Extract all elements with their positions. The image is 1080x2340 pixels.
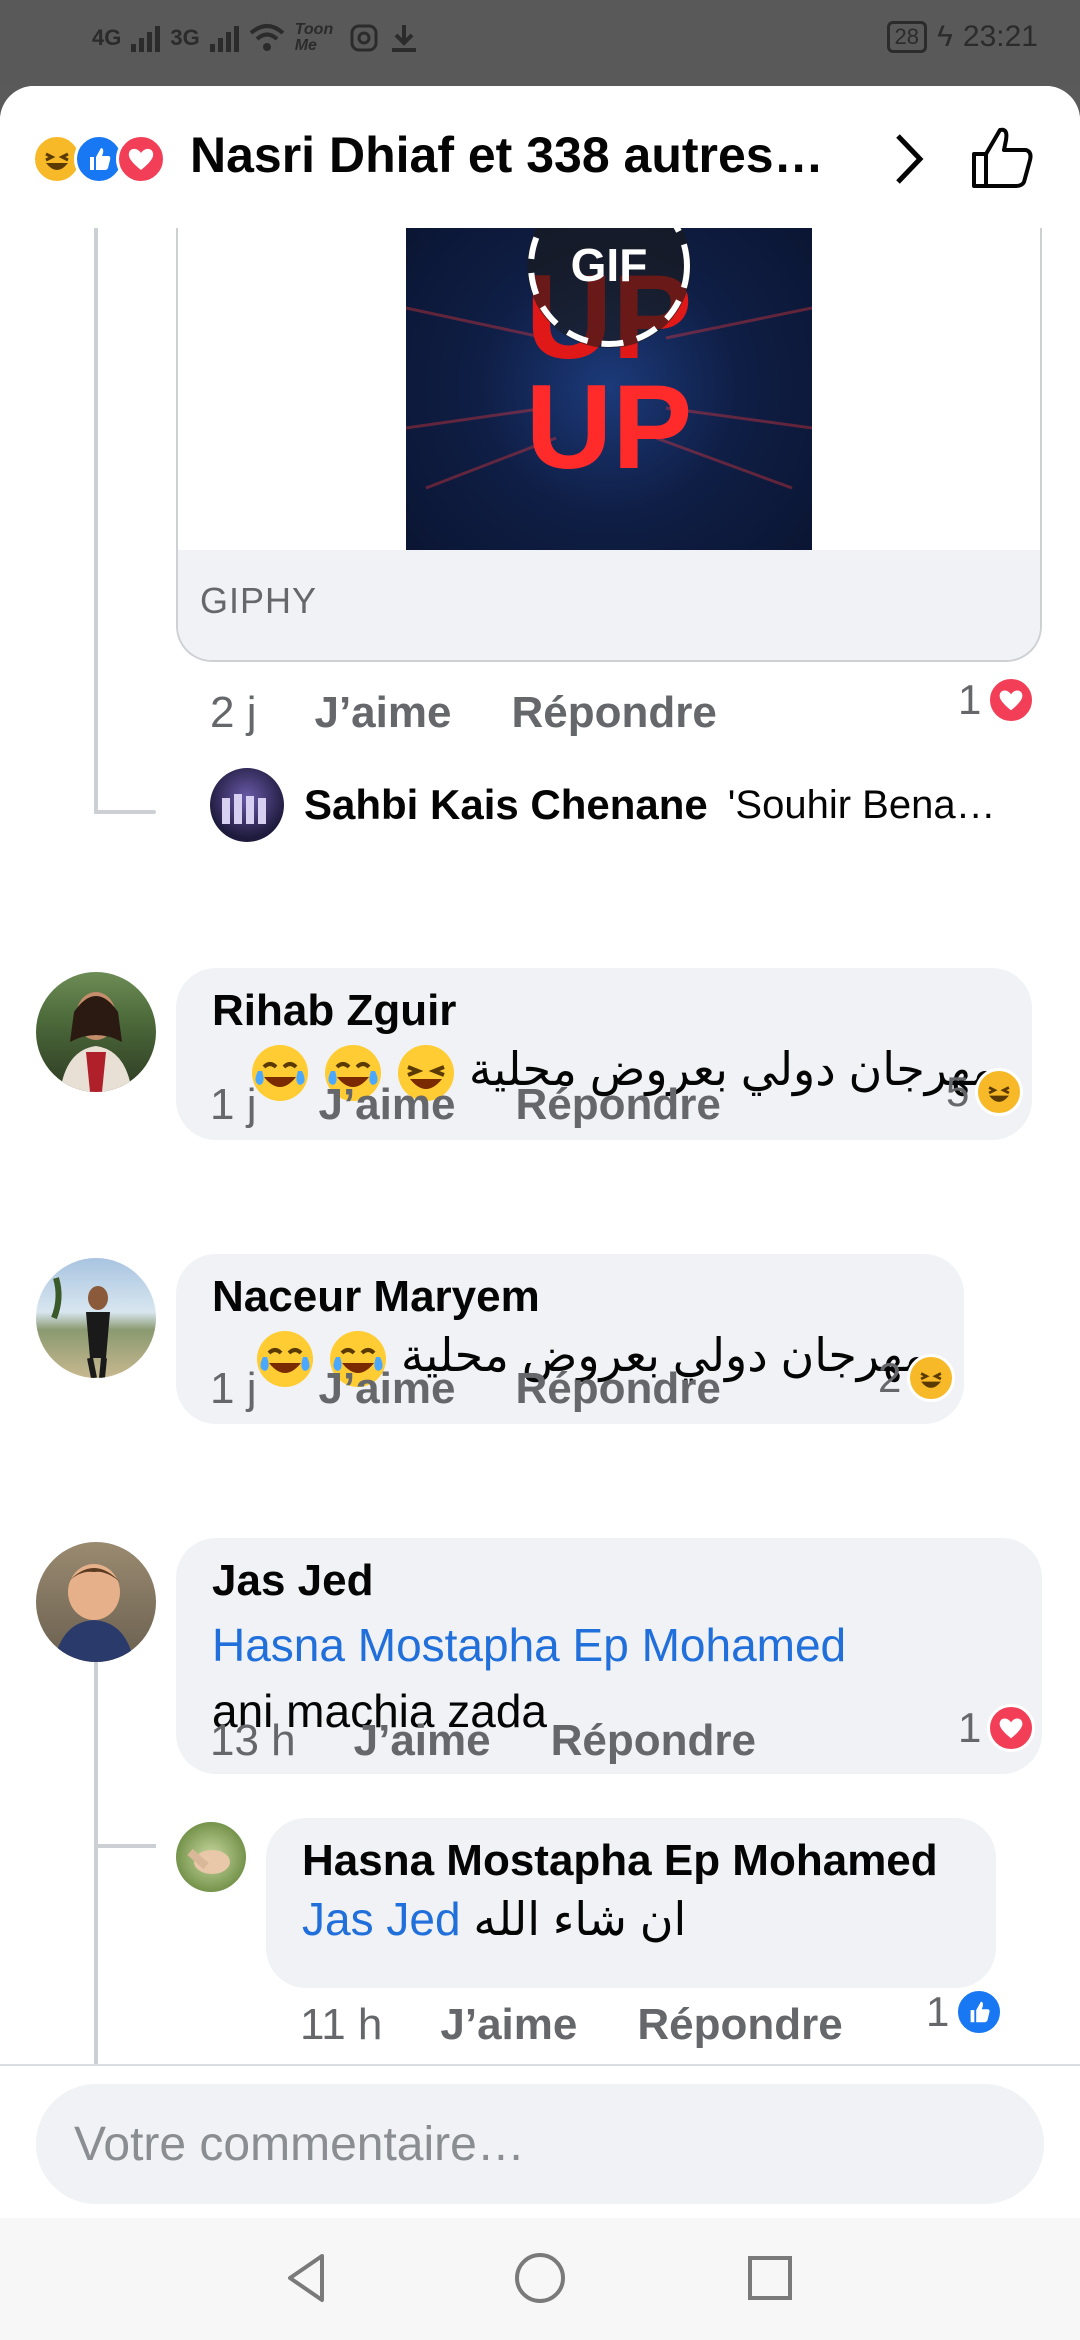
comment-actions: 13 h J’aime Répondre: [210, 1716, 756, 1766]
instagram-icon: [350, 24, 378, 52]
gif-image[interactable]: UP UP GIF: [406, 228, 812, 550]
reaction-count-number: 2: [878, 1354, 902, 1401]
comment-text: Jas Jed ان شاء الله: [302, 1886, 960, 1952]
thread-connector: [94, 810, 156, 814]
reply-action[interactable]: Répondre: [551, 1716, 756, 1766]
comment-input[interactable]: [36, 2084, 1044, 2204]
gif-source-label: GIPHY: [200, 580, 318, 621]
comment-actions: 2 j J’aime Répondre: [210, 688, 717, 738]
home-icon[interactable]: [510, 2248, 570, 2308]
like-action[interactable]: J’aime: [354, 1716, 491, 1766]
system-nav-bar: [0, 2218, 1080, 2340]
status-bar: 4G 3G Toon Me 28 ϟ 23:21: [0, 0, 1080, 86]
comment-author[interactable]: Jas Jed: [212, 1556, 1006, 1606]
reaction-count-number: 1: [926, 1988, 950, 2035]
reaction-count[interactable]: 1: [926, 1988, 1004, 2036]
recents-icon[interactable]: [740, 2248, 800, 2308]
network-type-label: 4G: [92, 25, 122, 50]
comment-time: 1 j: [210, 1364, 257, 1413]
reaction-count-number: 1: [958, 1704, 982, 1751]
reactions-header[interactable]: Nasri Dhiaf et 338 autres…: [0, 86, 1080, 228]
thread-line: [94, 228, 98, 814]
love-icon: [987, 1704, 1036, 1752]
haha-icon: [975, 1068, 1024, 1116]
clock: 23:21: [962, 20, 1038, 53]
chevron-right-icon[interactable]: [880, 126, 936, 192]
avatar[interactable]: [176, 1822, 246, 1892]
like-icon: [955, 1988, 1004, 2036]
comment-text-content: ان شاء الله: [473, 1893, 687, 1945]
avatar[interactable]: [36, 1542, 156, 1662]
comment-actions: 1 j J’aime Répondre: [210, 1364, 721, 1414]
reply-action[interactable]: Répondre: [515, 1080, 720, 1130]
charging-icon: ϟ: [937, 20, 953, 53]
like-action[interactable]: J’aime: [318, 1364, 455, 1414]
reaction-count[interactable]: 2: [878, 1354, 956, 1402]
like-action[interactable]: J’aime: [318, 1080, 455, 1130]
gif-text-up-2: UP: [526, 360, 693, 494]
wifi-icon: [249, 24, 285, 51]
like-action[interactable]: J’aime: [314, 688, 451, 738]
like-outline-icon[interactable]: [966, 122, 1038, 194]
thread-connector: [94, 1844, 156, 1848]
reaction-count-number: 5: [946, 1068, 970, 1115]
reply-action[interactable]: Répondre: [515, 1364, 720, 1414]
love-icon: [987, 676, 1036, 724]
network-type-label-2: 3G: [170, 25, 200, 50]
avatar[interactable]: [36, 972, 156, 1092]
comment-author[interactable]: Hasna Mostapha Ep Mohamed: [302, 1836, 960, 1886]
gif-badge: GIF: [570, 239, 648, 291]
comments-list: UP UP GIF GIPHY 2 j J’aime Répondre 1: [0, 228, 1080, 2064]
mention-link[interactable]: Jas Jed: [302, 1893, 461, 1945]
comment-author[interactable]: Rihab Zguir: [212, 986, 996, 1036]
gif-attachment[interactable]: UP UP GIF GIPHY: [176, 228, 1042, 662]
reply-action[interactable]: Répondre: [511, 688, 716, 738]
comment-time: 13 h: [210, 1716, 296, 1765]
avatar[interactable]: [210, 768, 284, 842]
haha-icon: [907, 1354, 956, 1402]
comment-author[interactable]: Naceur Maryem: [212, 1272, 928, 1322]
reaction-count[interactable]: 1: [958, 676, 1036, 724]
reaction-count[interactable]: 5: [946, 1068, 1024, 1116]
gif-source-bar: GIPHY: [178, 550, 1040, 660]
signal-icon-2: [209, 24, 239, 52]
reaction-count[interactable]: 1: [958, 1704, 1036, 1752]
signal-icon: [131, 24, 161, 52]
battery-indicator: 28: [886, 21, 928, 53]
reactions-title[interactable]: Nasri Dhiaf et 338 autres…: [190, 126, 824, 184]
comments-sheet: Nasri Dhiaf et 338 autres… UP UP: [0, 86, 1080, 2340]
comment-time: 11 h: [300, 2000, 383, 2049]
carrier-badge: Toon Me: [294, 21, 334, 54]
comment-time: 2 j: [210, 688, 257, 737]
comment-author[interactable]: Sahbi Kais Chenane: [304, 781, 708, 829]
mention-link[interactable]: Hasna Mostapha Ep Mohamed: [212, 1612, 1006, 1678]
reply-bubble[interactable]: Hasna Mostapha Ep Mohamed Jas Jed ان شاء…: [266, 1818, 996, 1988]
love-icon: [116, 134, 166, 184]
comment-composer: [0, 2064, 1080, 2204]
comment-time: 1 j: [210, 1080, 257, 1129]
comment-actions: 11 h J’aime Répondre: [300, 2000, 843, 2050]
back-icon[interactable]: [278, 2248, 338, 2308]
like-action[interactable]: J’aime: [440, 2000, 577, 2050]
reply-preview: 'Souhir Bena…: [727, 782, 996, 827]
collapsed-reply[interactable]: Sahbi Kais Chenane 'Souhir Bena…: [210, 768, 996, 842]
reaction-count-number: 1: [958, 676, 982, 723]
comment-actions: 1 j J’aime Répondre: [210, 1080, 721, 1130]
reply-action[interactable]: Répondre: [637, 2000, 842, 2050]
reaction-summary: [32, 134, 166, 184]
download-icon: [391, 25, 416, 52]
avatar[interactable]: [36, 1258, 156, 1378]
